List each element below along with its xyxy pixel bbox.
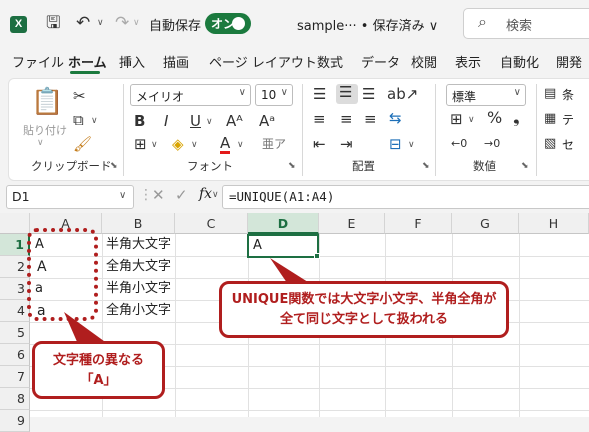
callout-pointer-chars xyxy=(64,312,108,344)
callout-line: 「A」 xyxy=(80,373,117,388)
unique-explanation-callout: UNIQUE関数では大文字小文字、半角全角が 全て同じ文字として扱われる xyxy=(219,281,509,338)
character-type-callout: 文字種の異なる 「A」 xyxy=(32,341,165,399)
callout-line: 全て同じ文字として扱われる xyxy=(280,312,448,327)
callout-line: 文字種の異なる xyxy=(52,353,144,368)
callout-line: UNIQUE関数では大文字小文字、半角全角が xyxy=(231,292,497,307)
